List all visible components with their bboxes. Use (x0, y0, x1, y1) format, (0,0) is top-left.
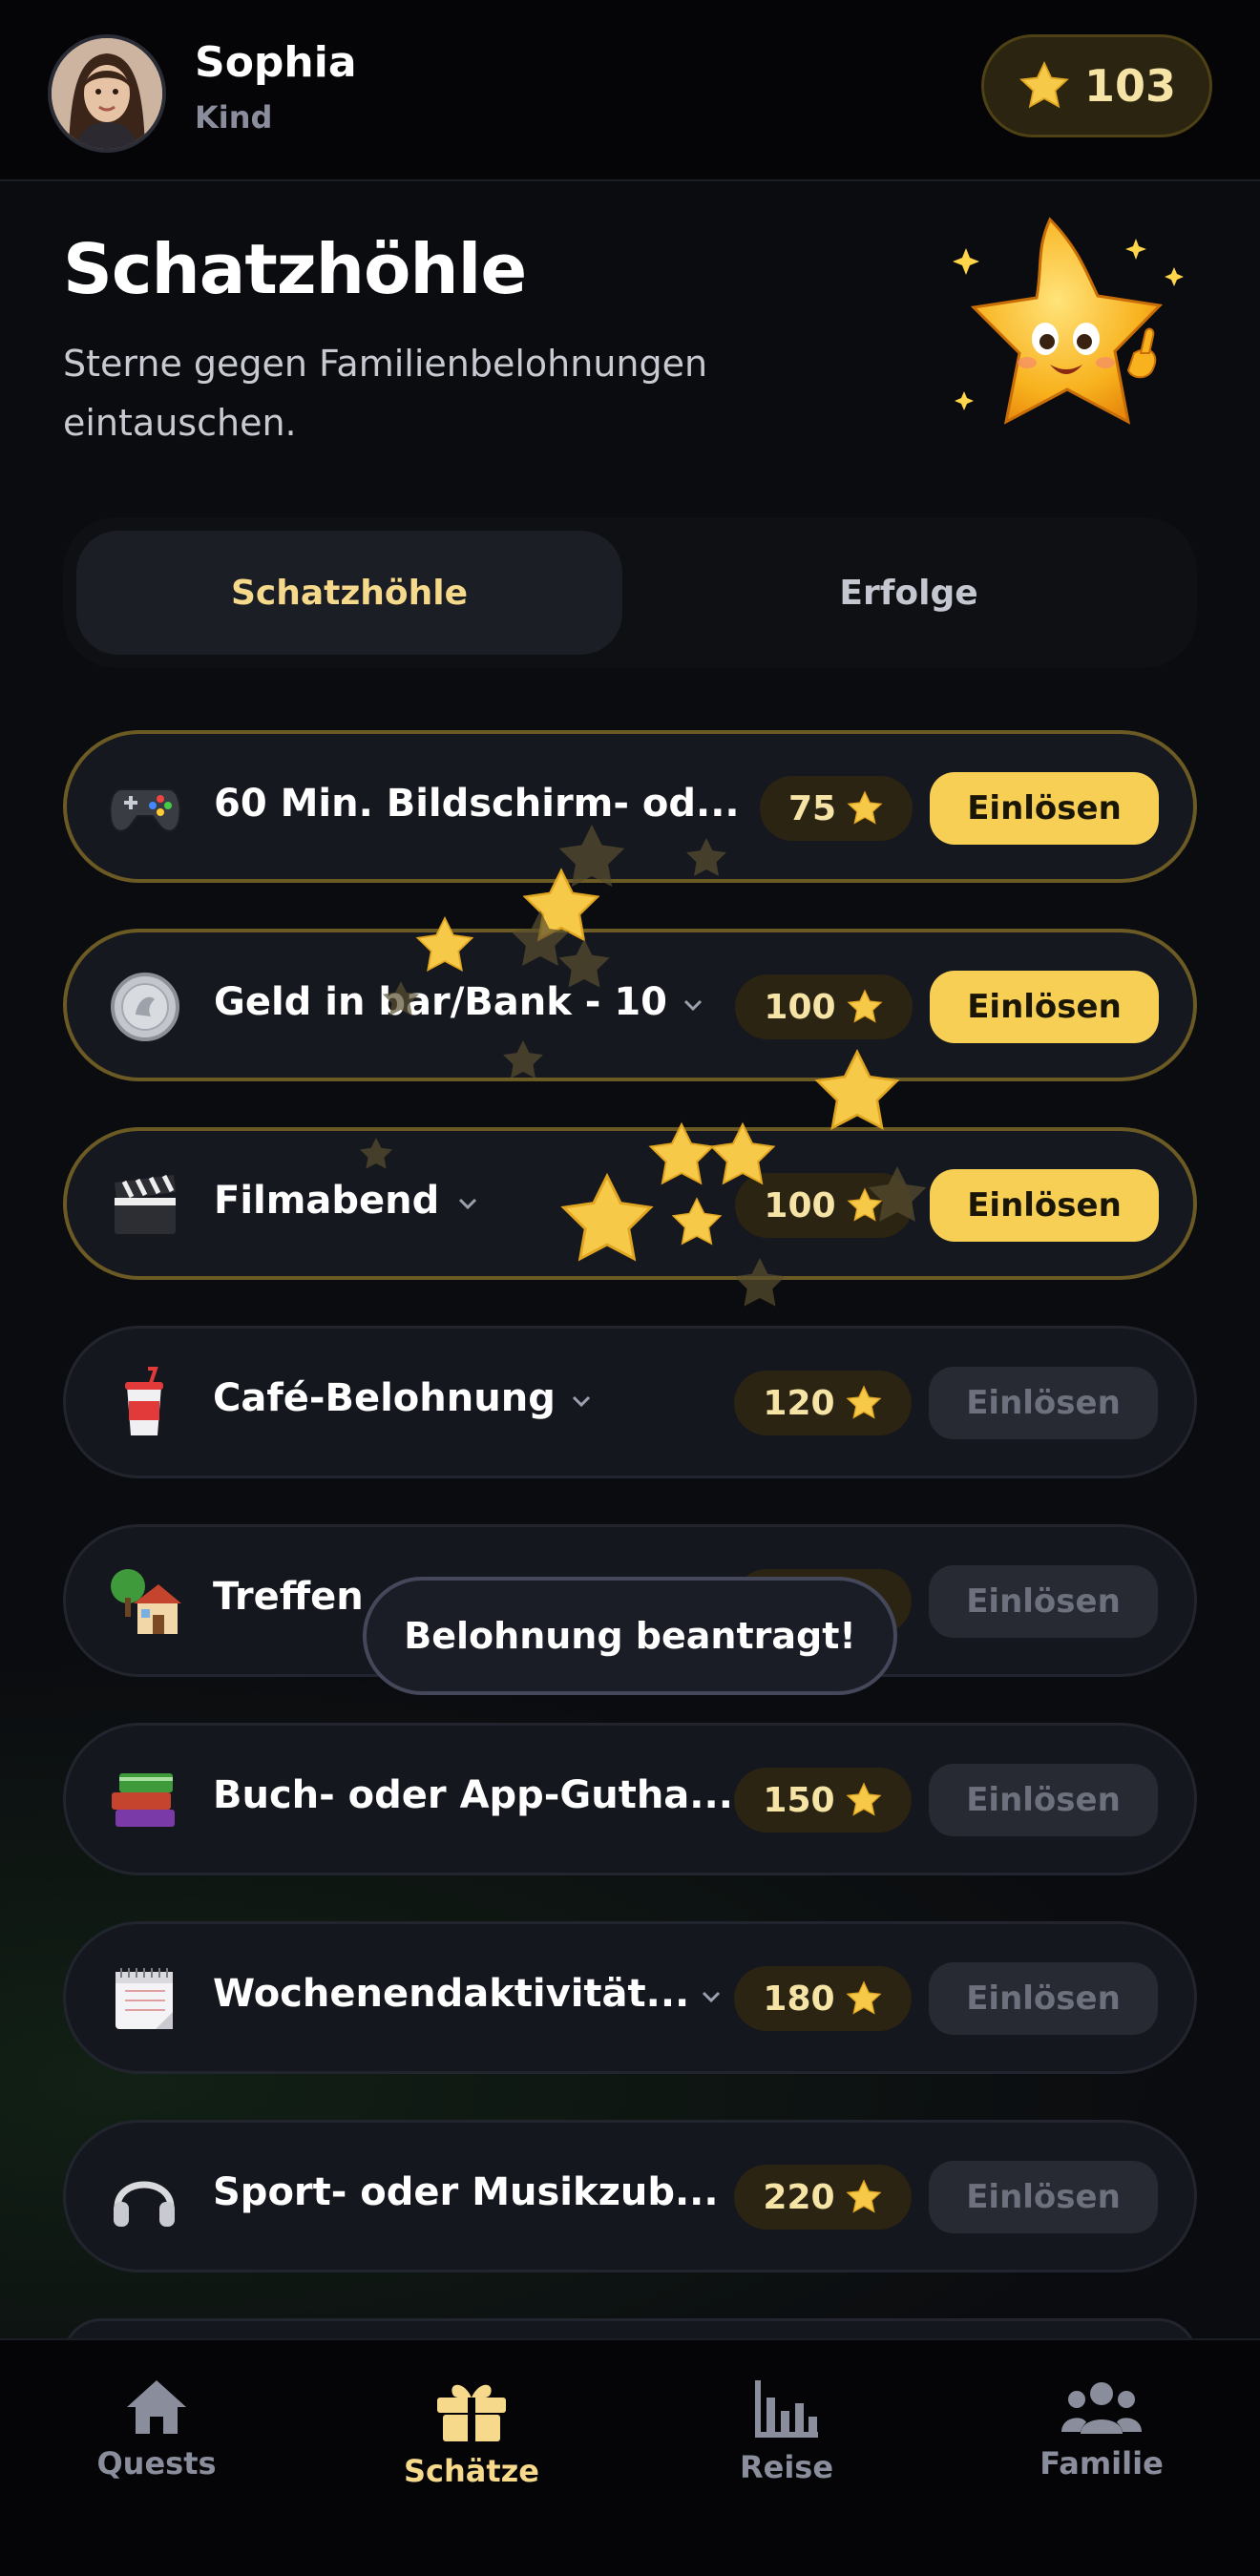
reward-item[interactable]: Filmabend 100 Einlösen (63, 1127, 1197, 1280)
segmented-tabs: Schatzhöhle Erfolge (63, 517, 1197, 668)
star-icon (846, 1782, 882, 1816)
cup-icon (106, 1365, 182, 1441)
reward-item[interactable]: Buch- oder App-Gutha... 150 Einlösen (63, 1723, 1197, 1875)
nav-label: Familie (1040, 2445, 1164, 2482)
nav-schaetze[interactable]: Schätze (376, 2378, 567, 2493)
gift-icon (437, 2384, 506, 2441)
page-title: Schatzhöhle (63, 229, 527, 309)
reward-title: Wochenendaktivität... (213, 1972, 690, 2016)
star-icon (847, 1187, 883, 1222)
star-balance-badge[interactable]: 103 (981, 34, 1212, 137)
coin-icon (107, 969, 183, 1045)
cost-value: 100 (764, 987, 836, 1027)
redeem-button[interactable]: Einlösen (929, 1367, 1158, 1439)
reward-title: Treffen (213, 1575, 364, 1619)
redeem-button[interactable]: Einlösen (930, 971, 1159, 1043)
page-subtitle: Sterne gegen Familienbelohnungen eintaus… (63, 343, 708, 444)
star-icon (846, 1385, 882, 1419)
nav-quests[interactable]: Quests (61, 2378, 252, 2493)
tab-schatzhoehle[interactable]: Schatzhöhle (76, 531, 622, 655)
chevron-down-icon[interactable] (566, 1386, 597, 1416)
star-icon (847, 989, 883, 1023)
chevron-down-icon[interactable] (452, 1188, 483, 1219)
redeem-button[interactable]: Einlösen (929, 1962, 1158, 2035)
chevron-down-icon[interactable] (678, 990, 708, 1020)
redeem-button[interactable]: Einlösen (930, 1169, 1159, 1242)
cost-badge: 100 (735, 1173, 913, 1238)
star-icon (846, 2179, 882, 2213)
reward-item[interactable]: Café-Belohnung 120 Einlösen (63, 1326, 1197, 1478)
star-mascot-illustration (945, 210, 1193, 468)
user-name: Sophia (195, 38, 357, 87)
tab-erfolge[interactable]: Erfolge (636, 531, 1182, 655)
nav-familie[interactable]: Familie (1006, 2378, 1197, 2493)
avatar[interactable] (48, 34, 166, 153)
reward-title: 60 Min. Bildschirm- od... (214, 782, 740, 826)
redeem-button[interactable]: Einlösen (930, 772, 1159, 845)
house-icon (106, 1563, 182, 1640)
redeem-button[interactable]: Einlösen (929, 1764, 1158, 1836)
reward-item[interactable]: Geld in bar/Bank - 10 100 Einlösen (63, 929, 1197, 1081)
home-icon (127, 2380, 186, 2434)
cost-value: 120 (763, 1383, 835, 1423)
cost-badge: 75 (760, 776, 913, 841)
reward-title: Filmabend (214, 1179, 440, 1223)
gamepad-icon (107, 770, 183, 847)
reward-item[interactable]: 60 Min. Bildschirm- od... 75 Einlösen (63, 730, 1197, 883)
reward-title: Sport- oder Musikzub... (213, 2170, 719, 2214)
star-icon (847, 790, 883, 825)
star-balance-count: 103 (1083, 60, 1177, 112)
cost-value: 180 (763, 1979, 835, 2019)
reward-title: Buch- oder App-Gutha... (213, 1773, 733, 1817)
star-icon (1019, 61, 1069, 109)
family-icon (1061, 2382, 1142, 2434)
nav-label: Reise (739, 2449, 834, 2485)
redeem-button[interactable]: Einlösen (929, 2161, 1158, 2233)
nav-label: Quests (96, 2445, 217, 2482)
cost-badge: 120 (734, 1371, 912, 1435)
reward-item[interactable]: Sport- oder Musikzub... 220 Einlösen (63, 2120, 1197, 2272)
reward-item[interactable]: Wochenendaktivität... 180 Einlösen (63, 1921, 1197, 2074)
cost-value: 220 (763, 2177, 835, 2217)
books-icon (106, 1762, 182, 1838)
cost-badge: 150 (734, 1768, 912, 1833)
reward-title: Geld in bar/Bank - 10 (214, 980, 667, 1024)
toast-notification: Belohnung beantragt! (363, 1577, 897, 1695)
cost-value: 75 (788, 788, 837, 828)
cost-value: 150 (763, 1780, 835, 1820)
cost-badge: 180 (734, 1966, 912, 2031)
cost-badge: 100 (735, 974, 913, 1039)
chevron-down-icon[interactable] (696, 1981, 726, 2012)
nav-label: Schätze (403, 2453, 539, 2489)
star-icon (846, 1980, 882, 2015)
redeem-button[interactable]: Einlösen (929, 1565, 1158, 1638)
headphones-icon (106, 2159, 182, 2235)
clapperboard-icon (107, 1167, 183, 1244)
calendar-icon (106, 1960, 182, 2037)
top-header: Sophia Kind 103 (0, 0, 1260, 181)
reward-title: Café-Belohnung (213, 1376, 556, 1420)
bar-chart-icon (755, 2380, 818, 2438)
bottom-navigation: Quests Schätze Reise Familie (0, 2338, 1260, 2576)
cost-value: 100 (764, 1185, 836, 1225)
nav-reise[interactable]: Reise (691, 2378, 882, 2493)
cost-badge: 220 (734, 2165, 912, 2230)
user-role: Kind (195, 99, 273, 136)
